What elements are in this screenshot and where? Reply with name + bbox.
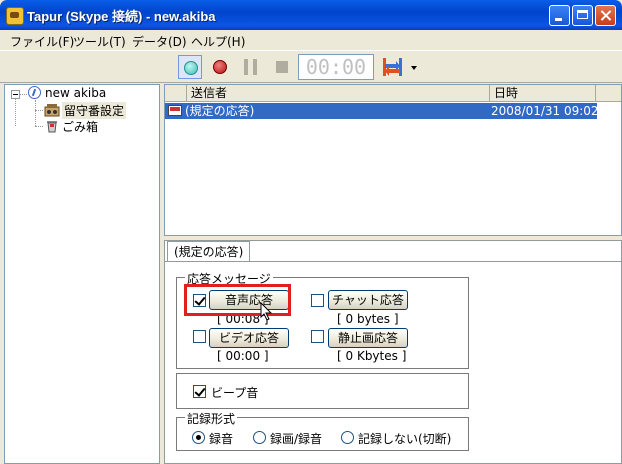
close-button[interactable] <box>595 5 616 26</box>
still-response-checkbox[interactable] <box>311 330 324 343</box>
record-button[interactable] <box>208 55 232 79</box>
video-response-button[interactable]: ビデオ応答 <box>209 328 289 348</box>
swap-arrows-icon <box>383 58 402 76</box>
trash-icon <box>47 121 57 133</box>
list-header: 送信者 日時 <box>165 85 621 102</box>
beep-checkbox[interactable] <box>193 385 206 398</box>
tree-root[interactable]: new akiba <box>5 86 155 102</box>
stop-button[interactable] <box>270 55 294 79</box>
menu-data[interactable]: データ(D) <box>132 33 187 50</box>
menu-help[interactable]: ヘルプ(H) <box>191 33 245 50</box>
record-format-legend: 記録形式 <box>185 410 238 427</box>
menu-file[interactable]: ファイル(F) <box>10 33 74 50</box>
record-video-label[interactable]: 録画/録音 <box>270 430 322 447</box>
message-list: 送信者 日時 (規定の応答) 2008/01/31 09:02 <box>164 84 622 236</box>
chat-response-info: [ 0 bytes ] <box>337 312 399 326</box>
play-icon <box>184 61 198 75</box>
tree-item-answering[interactable]: 留守番設定 <box>5 100 155 126</box>
stop-icon <box>276 61 288 73</box>
record-icon <box>213 60 227 74</box>
tree-item-trash-label: ごみ箱 <box>62 120 99 134</box>
play-button[interactable] <box>178 55 202 79</box>
answering-machine-icon <box>44 104 60 117</box>
tree-root-label: new akiba <box>45 86 107 100</box>
column-datetime[interactable]: 日時 <box>490 85 596 101</box>
message-icon <box>168 105 182 116</box>
toolbar: 00:00 <box>0 50 622 83</box>
tree-item-trash[interactable]: ごみ箱 <box>5 118 155 134</box>
list-row[interactable]: (規定の応答) 2008/01/31 09:02 <box>165 103 599 119</box>
mouse-cursor-icon <box>260 302 273 321</box>
column-sender[interactable]: 送信者 <box>187 85 490 101</box>
swap-button[interactable] <box>380 55 404 79</box>
tree-pane: new akiba 留守番設定 ごみ箱 <box>4 84 160 464</box>
skype-icon <box>28 86 41 99</box>
beep-label[interactable]: ビープ音 <box>211 384 258 401</box>
record-video-radio[interactable] <box>253 431 266 444</box>
pause-icon <box>244 59 248 75</box>
swap-dropdown-icon[interactable] <box>411 66 417 70</box>
record-none-label[interactable]: 記録しない(切断) <box>358 430 451 447</box>
record-none-radio[interactable] <box>341 431 354 444</box>
title-bar: Tapur (Skype 接続) - new.akiba <box>0 0 622 30</box>
pause-button[interactable] <box>240 55 264 79</box>
detail-pane: (規定の応答) 応答メッセージ 音声応答 [ 00:08 ] チャット応答 [ … <box>164 240 622 464</box>
record-audio-label[interactable]: 録音 <box>209 430 233 447</box>
highlight-box <box>184 284 291 316</box>
row-datetime: 2008/01/31 09:02 <box>491 104 599 118</box>
menu-bar: ファイル(F) ツール(T) データ(D) ヘルプ(H) <box>0 30 622 50</box>
chat-response-checkbox[interactable] <box>311 294 324 307</box>
still-response-button[interactable]: 静止画応答 <box>328 328 408 348</box>
row-sender: (規定の応答) <box>185 104 255 118</box>
record-audio-radio[interactable] <box>192 431 205 444</box>
app-icon <box>6 7 24 25</box>
beep-group: ビープ音 <box>176 373 469 409</box>
window-title: Tapur (Skype 接続) - new.akiba <box>27 9 216 24</box>
record-format-group: 記録形式 録音 録画/録音 記録しない(切断) <box>176 410 469 451</box>
pause-icon-bar <box>253 59 257 75</box>
icon-column-header[interactable] <box>165 85 187 101</box>
time-display: 00:00 <box>298 54 374 80</box>
minimize-button[interactable] <box>549 5 570 26</box>
menu-tools[interactable]: ツール(T) <box>73 33 126 50</box>
tab-default-response[interactable]: (規定の応答) <box>167 241 251 261</box>
maximize-button[interactable] <box>572 5 593 26</box>
still-response-info: [ 0 Kbytes ] <box>337 349 407 363</box>
tree-item-answering-label: 留守番設定 <box>62 102 127 119</box>
video-response-info: [ 00:00 ] <box>217 349 269 363</box>
video-response-checkbox[interactable] <box>193 330 206 343</box>
chat-response-button[interactable]: チャット応答 <box>328 290 408 310</box>
